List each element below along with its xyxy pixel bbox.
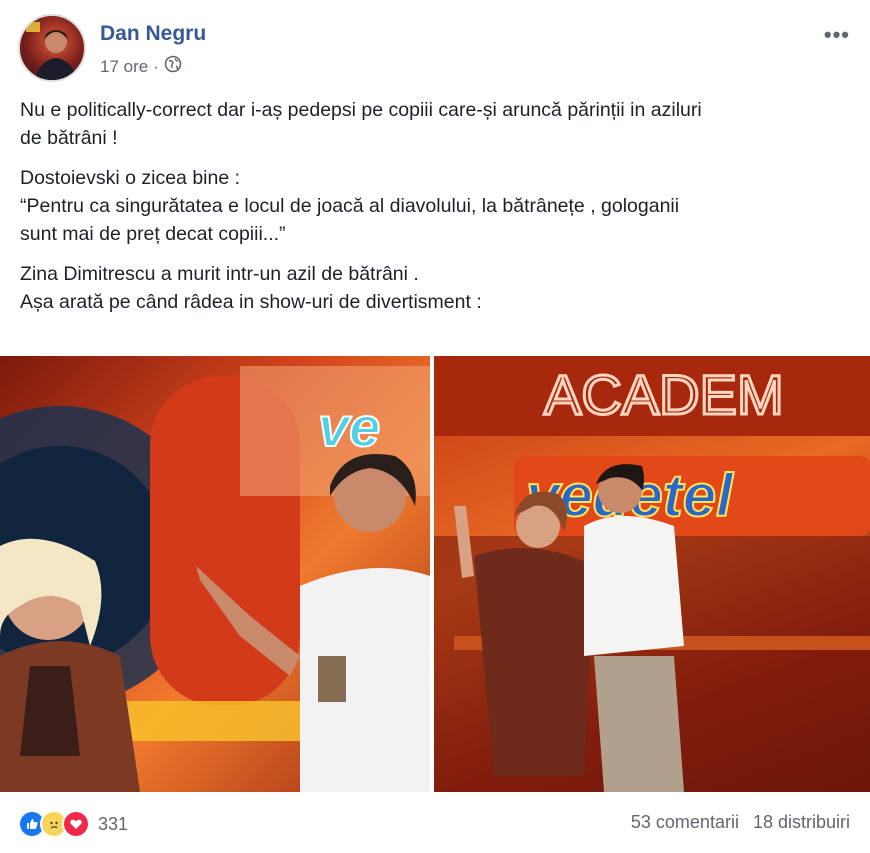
text-line: Așa arată pe când râdea in show-uri de d… bbox=[20, 291, 482, 313]
post-paragraph: Zina Dimitrescu a murit intr-un azil de … bbox=[20, 260, 850, 316]
post-header: Dan Negru 17 ore · ••• bbox=[18, 14, 852, 84]
text-line: Nu e politically-correct dar i-aș pedeps… bbox=[20, 99, 702, 121]
photo-right-sign-top: ACADEM bbox=[544, 363, 784, 426]
globe-icon[interactable] bbox=[164, 55, 182, 78]
photo-right-scene: ACADEM vedetel bbox=[434, 356, 870, 792]
more-options-button[interactable]: ••• bbox=[824, 22, 850, 48]
avatar-image bbox=[26, 22, 78, 80]
post-stats: 331 53 comentarii 18 distribuiri bbox=[18, 808, 852, 842]
photo-left[interactable]: ve bbox=[0, 356, 430, 792]
reactions-summary[interactable]: 331 bbox=[18, 810, 128, 838]
author-name[interactable]: Dan Negru bbox=[100, 22, 206, 46]
facebook-post: Dan Negru 17 ore · ••• Nu e politically-… bbox=[0, 0, 870, 853]
post-text: Nu e politically-correct dar i-aș pedeps… bbox=[20, 96, 850, 328]
post-photos: ve ACADEM vedetel bbox=[0, 356, 870, 792]
text-line: Zina Dimitrescu a murit intr-un azil de … bbox=[20, 263, 419, 285]
engagement-counts: 53 comentarii 18 distribuiri bbox=[631, 812, 850, 833]
text-line: Dostoievski o zicea bine : bbox=[20, 167, 241, 189]
shares-count[interactable]: 18 distribuiri bbox=[753, 812, 850, 833]
reaction-count[interactable]: 331 bbox=[98, 814, 128, 835]
photo-left-sign-text: ve bbox=[318, 395, 380, 458]
author-avatar[interactable] bbox=[18, 14, 86, 82]
photo-left-scene: ve bbox=[0, 366, 430, 792]
text-line: “Pentru ca singurătatea e locul de joacă… bbox=[20, 195, 680, 217]
post-time[interactable]: 17 ore bbox=[100, 57, 148, 77]
comments-count[interactable]: 53 comentarii bbox=[631, 812, 739, 833]
post-meta: 17 ore · bbox=[100, 55, 182, 78]
love-icon bbox=[62, 810, 90, 838]
text-line: sunt mai de preț decat copiii...” bbox=[20, 223, 286, 245]
post-paragraph: Dostoievski o zicea bine : “Pentru ca si… bbox=[20, 164, 850, 248]
photo-right[interactable]: ACADEM vedetel bbox=[434, 356, 870, 792]
post-paragraph: Nu e politically-correct dar i-aș pedeps… bbox=[20, 96, 850, 152]
meta-separator: · bbox=[153, 56, 159, 76]
text-line: de bătrâni ! bbox=[20, 127, 118, 149]
